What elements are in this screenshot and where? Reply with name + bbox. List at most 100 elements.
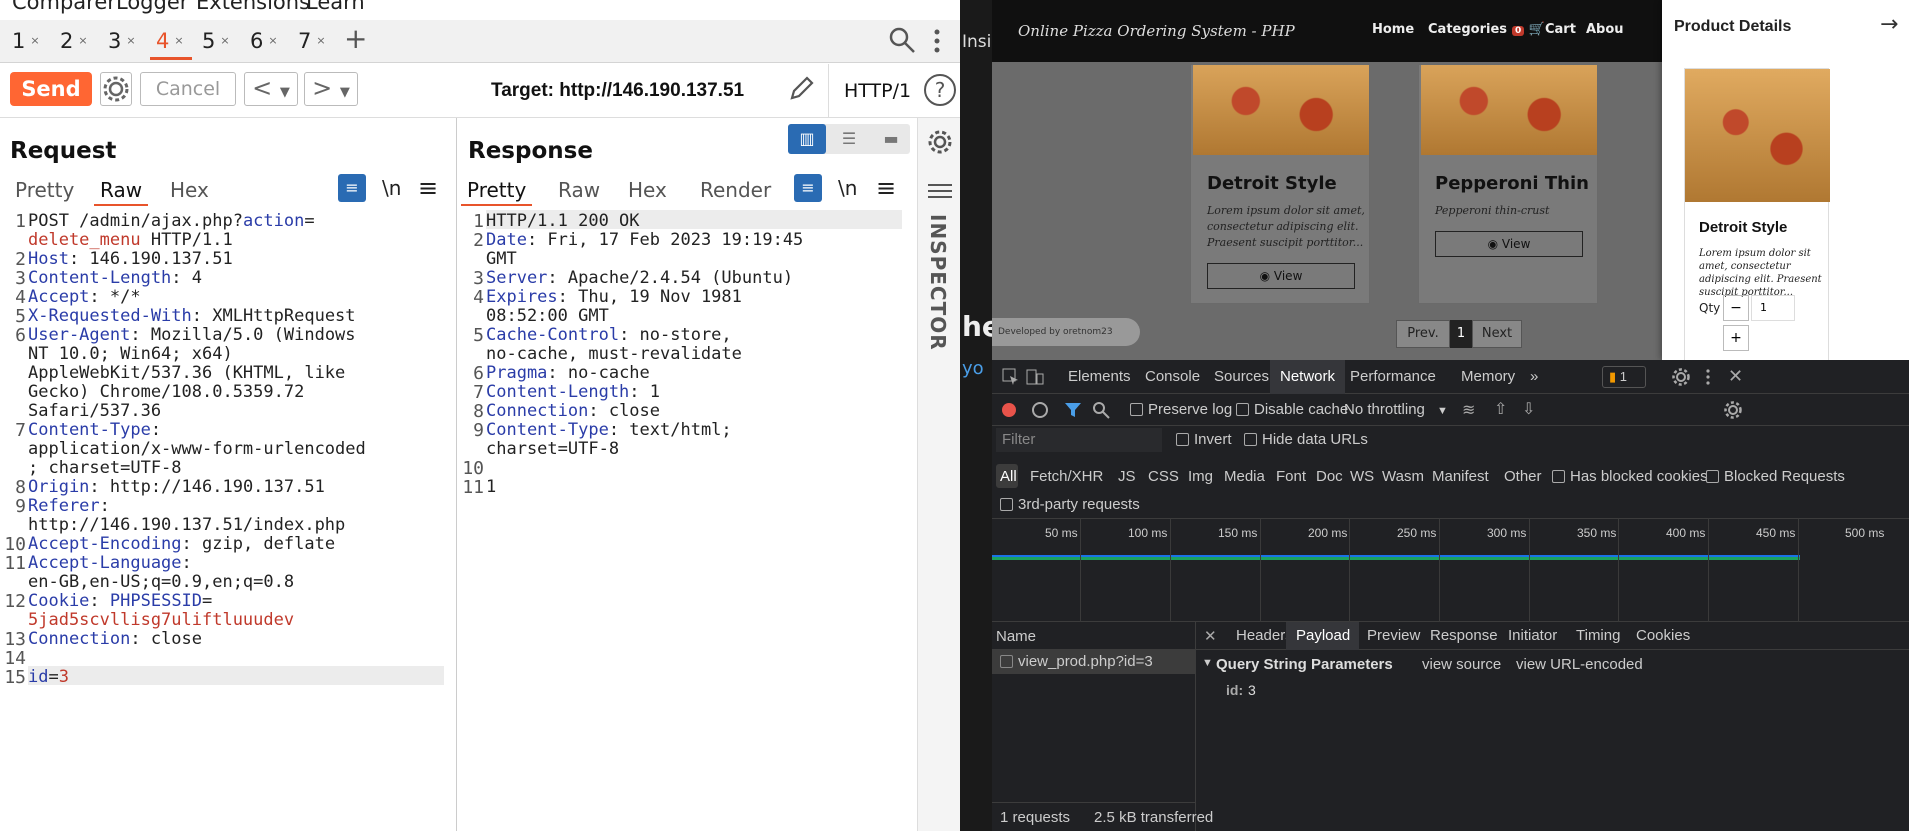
invert-checkbox[interactable]: Invert (1176, 431, 1232, 448)
type-filter-img[interactable]: Img (1188, 468, 1213, 485)
settings-gear-icon[interactable] (1672, 368, 1690, 386)
issues-badge[interactable]: ▮ 1 (1602, 366, 1646, 388)
wrap-lines-icon[interactable]: ≡ (794, 174, 822, 202)
hide-data-urls-checkbox[interactable]: Hide data URLs (1244, 431, 1368, 448)
filter-input[interactable]: Filter (996, 428, 1162, 452)
type-filter-all[interactable]: All (1000, 468, 1017, 485)
request-menu-icon[interactable]: ≡ (418, 174, 438, 202)
tab-close-icon[interactable]: × (220, 34, 229, 47)
settings-gear-button[interactable] (100, 72, 132, 106)
record-icon[interactable] (1002, 403, 1016, 417)
nav-cart[interactable]: 0 🛒Cart (1512, 22, 1576, 37)
subtab-timing[interactable]: Timing (1576, 627, 1620, 644)
tab-pretty[interactable]: Pretty (9, 176, 80, 204)
nav-categories[interactable]: Categories (1428, 22, 1507, 37)
has-blocked-cookies-checkbox[interactable]: Has blocked cookies (1552, 468, 1708, 485)
tab-hex[interactable]: Hex (164, 176, 215, 204)
subtab-cookies[interactable]: Cookies (1636, 627, 1690, 644)
close-drawer-arrow-icon[interactable]: → (1880, 12, 1898, 37)
repeater-tab[interactable]: 1 × (12, 22, 66, 60)
kebab-menu-icon[interactable] (932, 28, 942, 54)
tab-close-icon[interactable]: × (268, 34, 277, 47)
tab-close-icon[interactable]: × (316, 34, 325, 47)
subtab-initiator[interactable]: Initiator (1508, 627, 1557, 644)
cancel-button[interactable]: Cancel (140, 72, 236, 106)
pager-next[interactable]: Next (1472, 320, 1522, 348)
search-icon[interactable] (888, 26, 916, 54)
type-filter-manifest[interactable]: Manifest (1432, 468, 1489, 485)
tab-raw[interactable]: Raw (94, 176, 149, 206)
type-filter-wasm[interactable]: Wasm (1382, 468, 1424, 485)
menu-comparer[interactable]: Comparer (12, 0, 116, 14)
split-vertical-icon[interactable]: ☰ (830, 124, 868, 154)
response-menu-icon[interactable]: ≡ (876, 174, 896, 202)
tab-pretty[interactable]: Pretty (461, 176, 533, 206)
collapse-triangle-icon[interactable]: ▼ (1202, 657, 1213, 669)
add-tab-icon[interactable]: + (344, 22, 367, 55)
view-url-encoded-link[interactable]: view URL-encoded (1516, 656, 1643, 673)
repeater-tab[interactable]: 2 × (60, 22, 114, 60)
tab-close-icon[interactable]: × (174, 34, 183, 47)
qty-input[interactable]: 1 (1751, 295, 1795, 321)
kebab-menu-icon[interactable] (1704, 368, 1712, 386)
wrap-lines-icon[interactable]: ≡ (338, 174, 366, 202)
devtools-tab-sources[interactable]: Sources (1214, 368, 1269, 385)
show-newlines-toggle[interactable]: \n (838, 176, 857, 200)
menu-logger[interactable]: Logger (116, 0, 188, 14)
subtab-headers[interactable]: Headers (1236, 627, 1293, 644)
devtools-tab-memory[interactable]: Memory (1461, 368, 1515, 385)
repeater-tab[interactable]: 6 × (250, 22, 304, 60)
element-picker-icon[interactable] (1002, 368, 1020, 386)
devtools-tab-performance[interactable]: Performance (1350, 368, 1436, 385)
menu-learn[interactable]: Learn (306, 0, 365, 14)
menu-extensions[interactable]: Extensions (196, 0, 310, 14)
filter-icon[interactable] (1064, 401, 1082, 419)
pager-prev[interactable]: Prev. (1396, 320, 1450, 348)
tab-close-icon[interactable]: × (78, 34, 87, 47)
qty-decrease-button[interactable]: − (1723, 295, 1749, 321)
import-har-icon[interactable]: ⇧ (1494, 399, 1507, 419)
type-filter-other[interactable]: Other (1504, 468, 1542, 485)
show-newlines-toggle[interactable]: \n (382, 176, 401, 200)
close-details-icon[interactable]: ✕ (1204, 627, 1217, 645)
close-devtools-icon[interactable]: ✕ (1728, 366, 1743, 387)
view-product-button[interactable]: ◉ View (1207, 263, 1355, 289)
tab-raw[interactable]: Raw (552, 176, 606, 204)
inspector-sidebar[interactable]: INSPECTOR (917, 118, 960, 831)
devtools-tab-console[interactable]: Console (1145, 368, 1200, 385)
devtools-tab-elements[interactable]: Elements (1068, 368, 1131, 385)
type-filter-ws[interactable]: WS (1350, 468, 1374, 485)
network-settings-icon[interactable] (1724, 401, 1742, 419)
subtab-preview[interactable]: Preview (1367, 627, 1420, 644)
tab-close-icon[interactable]: × (30, 34, 39, 47)
edit-pencil-icon[interactable] (786, 74, 816, 104)
request-editor[interactable]: 1 POST /admin/ajax.php?action= delete_menu… (0, 210, 456, 810)
history-forward-button[interactable]: > ▼ (304, 72, 358, 106)
device-toolbar-icon[interactable] (1026, 368, 1044, 386)
nav-home[interactable]: Home (1372, 22, 1414, 37)
request-row[interactable]: view_prod.php?id=3 (992, 650, 1196, 674)
pager-current[interactable]: 1 (1450, 320, 1472, 348)
tab-hex[interactable]: Hex (622, 176, 673, 204)
preserve-log-checkbox[interactable]: Preserve log (1130, 401, 1232, 418)
nav-about[interactable]: Abou (1586, 22, 1624, 37)
type-filter-font[interactable]: Font (1276, 468, 1306, 485)
type-filter-doc[interactable]: Doc (1316, 468, 1343, 485)
type-filter-js[interactable]: JS (1118, 468, 1136, 485)
devtools-tab-network[interactable]: Network (1280, 368, 1335, 385)
help-icon[interactable]: ? (924, 74, 956, 106)
more-tabs-icon[interactable]: » (1530, 368, 1538, 385)
blocked-requests-checkbox[interactable]: Blocked Requests (1706, 468, 1845, 485)
repeater-tab[interactable]: 5 × (202, 22, 256, 60)
type-filter-css[interactable]: CSS (1148, 468, 1179, 485)
type-filter-fetch-xhr[interactable]: Fetch/XHR (1030, 468, 1103, 485)
inspector-drag-icon[interactable] (928, 184, 952, 186)
network-conditions-icon[interactable]: ≋ (1462, 400, 1475, 420)
split-horizontal-icon[interactable]: ▥ (788, 124, 826, 154)
export-har-icon[interactable]: ⇩ (1522, 399, 1535, 419)
name-column-header[interactable]: Name (992, 622, 1196, 650)
site-brand[interactable]: Online Pizza Ordering System - PHP (1018, 22, 1295, 40)
throttling-select[interactable]: No throttling ▼ (1344, 401, 1448, 418)
view-source-link[interactable]: view source (1422, 656, 1501, 673)
type-filter-media[interactable]: Media (1224, 468, 1265, 485)
